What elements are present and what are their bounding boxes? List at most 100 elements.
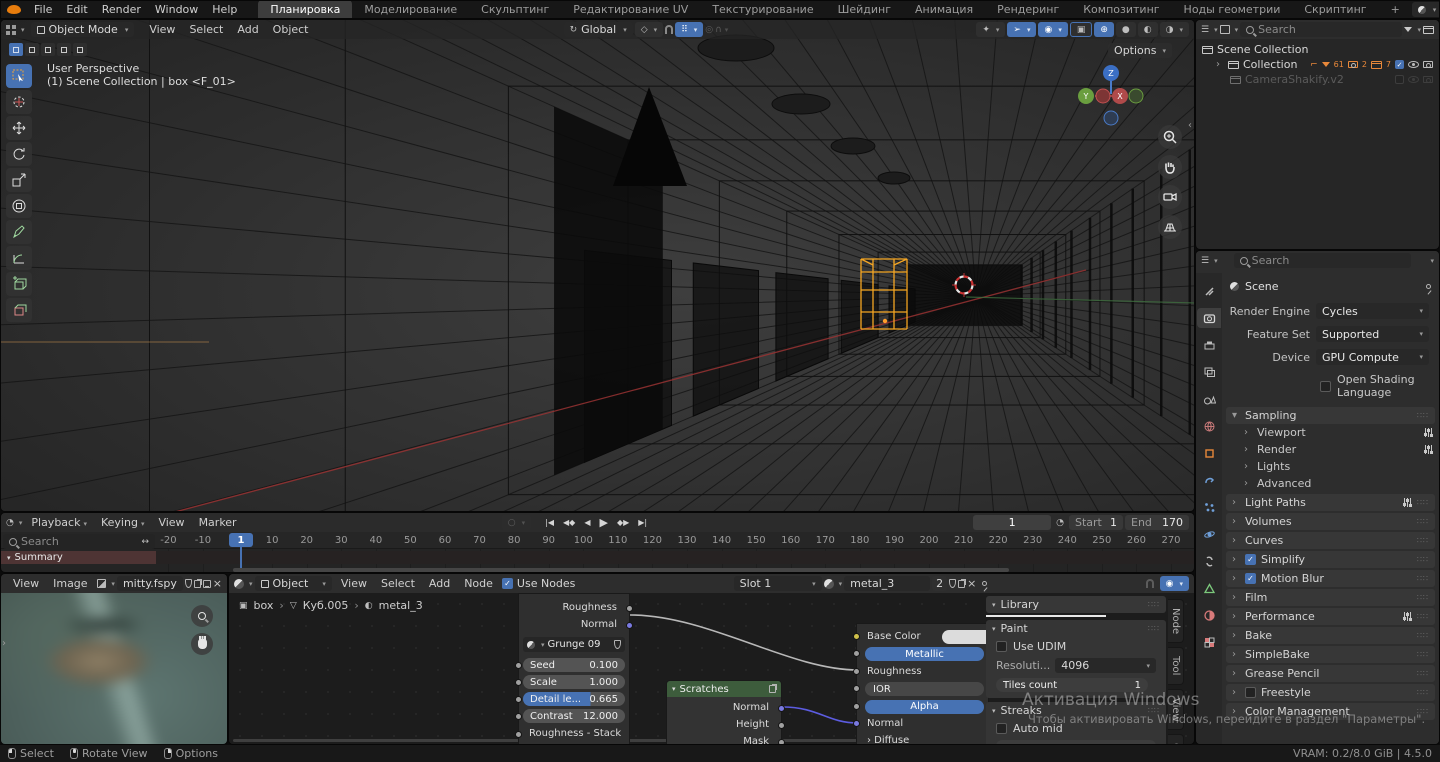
workspace-tab[interactable]: Текстурирование (700, 0, 825, 19)
shader-pin-icon[interactable] (982, 581, 987, 586)
principled-input-metallic[interactable]: Metallic (865, 647, 984, 661)
osl-checkbox[interactable] (1320, 381, 1331, 392)
tool-move[interactable] (6, 116, 32, 140)
outliner-search[interactable]: Search (1240, 22, 1402, 37)
sidebar-tab-view[interactable]: View (1168, 689, 1184, 731)
sidebar-tab-options[interactable]: Options (1168, 734, 1184, 745)
image-preview[interactable]: › (1, 593, 227, 744)
section-bake[interactable]: ›Bake∷∷ (1226, 627, 1435, 644)
snap-magnet-icon[interactable] (665, 25, 673, 34)
unlink-image-icon[interactable]: × (213, 577, 222, 590)
current-frame-field[interactable]: 1 (973, 515, 1051, 530)
grunge-field-contrast[interactable]: Contrast12.000 (523, 709, 625, 723)
properties-tab-particles[interactable] (1197, 497, 1221, 517)
input-socket[interactable] (853, 720, 860, 727)
outliner-row[interactable]: CameraShakify.v2 (1196, 72, 1439, 87)
properties-search[interactable]: Search (1234, 253, 1412, 268)
playback-play-reverse-button[interactable]: ◀ (580, 514, 594, 531)
scene-selector[interactable]: ▾ Scene (1412, 2, 1440, 17)
section-freestyle[interactable]: ›Freestyle∷∷ (1226, 684, 1435, 701)
shading-solid-button[interactable]: ● (1116, 22, 1136, 37)
timeline-menu-keying[interactable]: Keying▾ (94, 515, 151, 530)
outliner-row[interactable]: Scene Collection (1196, 42, 1439, 57)
disable-render-icon[interactable] (1423, 76, 1433, 83)
input-socket[interactable] (853, 650, 860, 657)
shader-snap-icon[interactable] (1146, 579, 1154, 588)
shader-menu-node[interactable]: Node (457, 576, 500, 591)
properties-tab-object[interactable] (1197, 443, 1221, 463)
resolution-dropdown[interactable]: 4096▾ (1055, 658, 1156, 673)
playback-play-button[interactable]: ▶ (596, 514, 612, 531)
tool-cursor[interactable] (6, 90, 32, 114)
workspace-tab[interactable]: Моделирование (352, 0, 469, 19)
timeline-menu-marker[interactable]: Marker (192, 515, 244, 530)
hide-eye-icon[interactable] (1408, 76, 1419, 83)
include-checkbox[interactable]: ✓ (1395, 60, 1404, 69)
tool-rotate[interactable] (6, 142, 32, 166)
new-material-icon[interactable] (958, 580, 965, 588)
timeline-scrollbar[interactable] (233, 568, 1009, 572)
image-editor-expand-arrow[interactable]: › (2, 638, 6, 649)
breadcrumb-item[interactable]: Куб.005 (303, 599, 349, 612)
workspace-tab[interactable]: Планировка (258, 0, 352, 19)
panel-streaks-header[interactable]: ▾Streaks∷∷ (986, 702, 1166, 719)
workspace-tab[interactable]: Скульптинг (469, 0, 561, 19)
outliner-item-label[interactable]: Scene Collection (1217, 43, 1308, 56)
viewport-menu-object[interactable]: Object (266, 22, 316, 37)
tool-transform[interactable] (6, 194, 32, 218)
use-udim-checkbox[interactable] (996, 641, 1007, 652)
auto-keying-button[interactable]: ○▾ (502, 515, 531, 530)
auto-mid-checkbox[interactable] (996, 723, 1007, 734)
grunge-field-detaille[interactable]: Detail le...0.665 (523, 692, 625, 706)
timeline-menu-view[interactable]: View (151, 515, 191, 530)
select-mode-button-3[interactable] (57, 43, 71, 56)
motion blur-checkbox[interactable]: ✓ (1245, 573, 1256, 584)
outliner-filter-icon[interactable] (1404, 27, 1412, 32)
tool-annotate[interactable] (6, 220, 32, 244)
subsection-advanced[interactable]: ›Advanced (1222, 475, 1439, 492)
input-socket[interactable] (853, 668, 860, 675)
properties-tab-material[interactable] (1197, 605, 1221, 625)
viewport-menu-view[interactable]: View (142, 22, 182, 37)
workspace-tab[interactable]: Шейдинг (826, 0, 903, 19)
shading-rendered-button[interactable]: ◑▾ (1160, 22, 1189, 37)
grunge-field-seed[interactable]: Seed0.100 (523, 658, 625, 672)
camera-view-button[interactable] (1158, 185, 1182, 209)
timeline-editor-icon[interactable]: ◔ (6, 518, 14, 528)
viewport-3d[interactable]: ▾ Object Mode▾ ViewSelectAddObject ↻Glob… (0, 19, 1195, 512)
shader-menu-select[interactable]: Select (374, 576, 422, 591)
section-light-paths[interactable]: ›Light Paths∷∷ (1226, 494, 1435, 511)
pivot-point-dropdown[interactable]: ◇▾ (635, 22, 663, 37)
input-socket[interactable] (515, 696, 522, 703)
workspace-tab[interactable]: Анимация (903, 0, 985, 19)
fake-user-icon[interactable] (185, 579, 192, 588)
outliner-filter-image-icon[interactable] (1220, 25, 1230, 34)
shader-menu-add[interactable]: Add (422, 576, 457, 591)
grunge-field-scale[interactable]: Scale1.000 (523, 675, 625, 689)
tool-interactive-add[interactable] (6, 298, 32, 322)
input-socket[interactable] (853, 703, 860, 710)
gizmos-toggle[interactable]: ➢▾ (1007, 22, 1036, 37)
sidebar-tab-tool[interactable]: Tool (1168, 647, 1184, 684)
material-users-count[interactable]: 2 (932, 576, 947, 591)
principled-section-diffuse[interactable]: › Diffuse (867, 735, 909, 745)
input-socket[interactable] (515, 679, 522, 686)
breadcrumb-item[interactable]: box (254, 599, 274, 612)
workspace-tab[interactable]: Редактирование UV (561, 0, 700, 19)
show-gizmo-dropdown[interactable]: ✦▾ (976, 22, 1005, 37)
playback-jump-end-button[interactable]: ▶| (634, 514, 651, 531)
outliner[interactable]: ☰▾ ▾ Search ▾ Scene Collection›Collectio… (1195, 19, 1440, 250)
workspace-tab[interactable]: Рендеринг (985, 0, 1071, 19)
tiles-count-field[interactable]: Tiles count1 (996, 678, 1148, 692)
image-zoom-button[interactable] (191, 605, 213, 627)
topbar-menu-edit[interactable]: Edit (59, 2, 94, 17)
use-nodes-checkbox[interactable]: ✓ (502, 578, 513, 589)
properties-tab-constraints[interactable] (1197, 551, 1221, 571)
section-simplify[interactable]: ›✓Simplify∷∷ (1226, 551, 1435, 568)
topbar-menu-file[interactable]: File (27, 2, 59, 17)
viewport-options-button[interactable]: Options▾ (1108, 43, 1172, 58)
sidebar-collapse-arrow[interactable]: ‹ (1188, 120, 1192, 131)
breadcrumb-item[interactable]: metal_3 (379, 599, 423, 612)
tool-select-box[interactable] (6, 64, 32, 88)
section-motion-blur[interactable]: ›✓Motion Blur∷∷ (1226, 570, 1435, 587)
